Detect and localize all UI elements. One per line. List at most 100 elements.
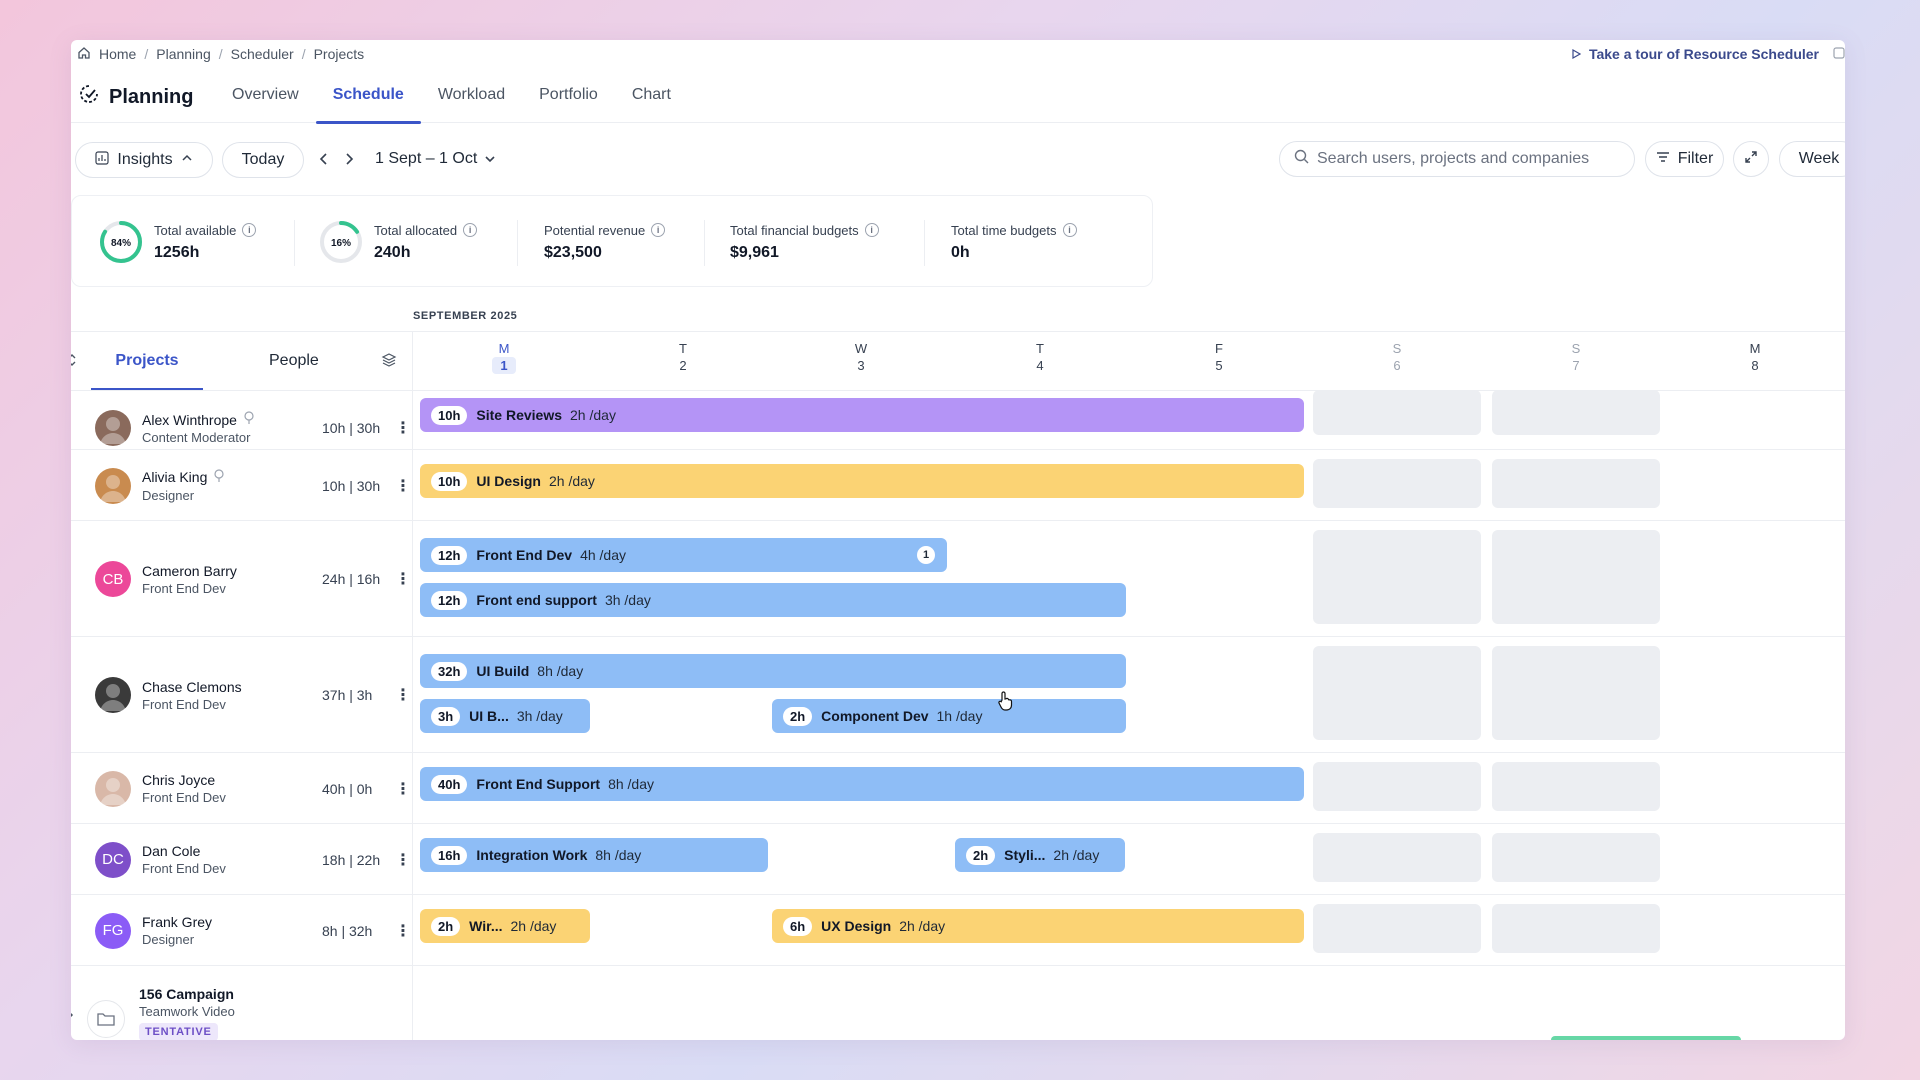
tab-overview[interactable]: Overview: [215, 80, 316, 123]
allocation-bar[interactable]: 32h UI Build 8h /day: [420, 654, 1126, 688]
person-row: Alex Winthrope Content Moderator 10h | 3…: [71, 390, 1845, 450]
info-icon[interactable]: i: [1062, 223, 1077, 237]
day-number: 8: [1751, 358, 1759, 373]
allocation-bar[interactable]: 40h Front End Support 8h /day: [420, 767, 1304, 801]
info-icon[interactable]: i: [242, 223, 257, 237]
weekend-cell: [1313, 833, 1481, 882]
allocation-hours: 6h: [783, 916, 813, 936]
person-name: Alivia King: [142, 469, 208, 485]
person-info[interactable]: Alivia King Designer: [95, 467, 225, 504]
date-range-dropdown[interactable]: 1 Sept – 1 Oct: [375, 150, 497, 168]
collapse-toggle[interactable]: [71, 352, 77, 373]
allocation-name: UI Design: [476, 473, 541, 489]
tab-projects[interactable]: Projects: [91, 332, 203, 390]
next-button[interactable]: [342, 150, 356, 168]
weekend-cell: [1313, 459, 1481, 508]
more-options-icon[interactable]: ⋮: [395, 850, 411, 870]
allocation-bar[interactable]: 12h Front end support 3h /day: [420, 583, 1126, 617]
search-input[interactable]: Search users, projects and companies: [1279, 141, 1635, 177]
breadcrumb-planning[interactable]: Planning: [156, 46, 211, 62]
info-icon[interactable]: i: [651, 223, 666, 237]
avatar: DC: [95, 841, 131, 878]
filter-button[interactable]: Filter: [1645, 141, 1724, 177]
info-icon[interactable]: i: [463, 223, 478, 237]
more-options-icon[interactable]: ⋮: [395, 476, 411, 496]
tour-link[interactable]: Take a tour of Resource Scheduler: [1571, 42, 1845, 66]
title-bar: Planning Overview Schedule Workload Port…: [71, 80, 1845, 124]
allocation-bar[interactable]: 16h Integration Work 8h /day: [420, 838, 768, 872]
allocation-rate: 1h /day: [936, 708, 983, 724]
day-number: 6: [1393, 358, 1401, 373]
allocation-name: Integration Work: [476, 847, 588, 863]
progress-ring: 84%: [100, 221, 142, 263]
chevron-left-icon: [319, 153, 327, 165]
tab-workload[interactable]: Workload: [421, 80, 522, 123]
expand-button[interactable]: [1733, 141, 1769, 177]
allocation-bar[interactable]: 10h Site Reviews 2h /day: [420, 398, 1304, 432]
planning-icon: [79, 84, 99, 110]
allocation-hours: 2h: [783, 706, 813, 726]
today-button[interactable]: Today: [222, 142, 304, 178]
person-info[interactable]: DC Dan Cole Front End Dev: [95, 841, 226, 878]
hours-summary: 18h | 22h: [322, 851, 381, 868]
person-role: Designer: [142, 487, 195, 503]
previous-button[interactable]: [317, 150, 331, 168]
more-options-icon[interactable]: ⋮: [395, 418, 411, 438]
allocation-name: UX Design: [821, 918, 892, 934]
allocation-rate: 2h /day: [510, 918, 557, 934]
day-header: S 7: [1556, 340, 1596, 374]
hours-summary: 24h | 16h: [322, 571, 381, 587]
weekend-cell: [1492, 530, 1660, 624]
more-options-icon[interactable]: ⋮: [395, 685, 411, 705]
breadcrumb-home[interactable]: Home: [99, 46, 136, 62]
person-info[interactable]: Chris Joyce Front End Dev: [95, 770, 226, 807]
allocation-bar[interactable]: 2h Component Dev 1h /day: [772, 699, 1126, 733]
allocation-name: Front End Support: [476, 776, 601, 792]
insights-button[interactable]: Insights: [75, 142, 213, 178]
more-options-icon[interactable]: ⋮: [395, 569, 411, 589]
allocation-bar[interactable]: 2h Wir... 2h /day: [420, 909, 590, 943]
tab-people[interactable]: People: [269, 332, 319, 390]
weekend-cell: [1313, 904, 1481, 953]
allocation-bar[interactable]: 6h UX Design 2h /day: [772, 909, 1304, 943]
breadcrumb-projects[interactable]: Projects: [314, 46, 365, 62]
filter-label: Filter: [1677, 150, 1714, 167]
allocation-bar[interactable]: 3h UI B... 3h /day: [420, 699, 590, 733]
layers-icon[interactable]: [381, 352, 397, 373]
day-letter: F: [1215, 341, 1223, 356]
play-icon: [1571, 46, 1582, 62]
stat-value: $9,961: [730, 243, 779, 261]
person-info[interactable]: CB Cameron Barry Front End Dev: [95, 561, 237, 597]
breadcrumb-scheduler[interactable]: Scheduler: [231, 46, 294, 62]
chevron-right-icon[interactable]: [71, 1008, 75, 1027]
hours-summary: 37h | 3h: [322, 687, 373, 703]
view-selector[interactable]: Week: [1779, 141, 1845, 177]
more-options-icon[interactable]: ⋮: [395, 921, 411, 941]
more-options-icon[interactable]: ⋮: [395, 779, 411, 799]
weekend-cell: [1313, 762, 1481, 811]
day-header: T 2: [663, 340, 703, 374]
avatar: [95, 467, 131, 504]
allocation-name: UI Build: [476, 663, 530, 679]
app-window: Home / Planning / Scheduler / Projects T…: [71, 40, 1845, 1040]
tab-chart[interactable]: Chart: [615, 80, 688, 123]
allocation-bar[interactable]: 12h Front End Dev 4h /day 1: [420, 538, 947, 572]
allocation-hours: 10h: [431, 405, 468, 425]
allocation-bar[interactable]: 2h Styli... 2h /day: [955, 838, 1125, 872]
divider: [924, 220, 925, 266]
stat-label: Total available: [154, 222, 237, 238]
allocation-bar[interactable]: 10h UI Design 2h /day: [420, 464, 1304, 498]
allocation-rate: 3h /day: [516, 708, 563, 724]
tab-schedule[interactable]: Schedule: [315, 80, 421, 124]
person-info[interactable]: Chase Clemons Front End Dev: [95, 677, 242, 713]
home-icon[interactable]: [77, 46, 91, 63]
allocation-name: Front End Dev: [476, 547, 573, 563]
person-info[interactable]: Alex Winthrope Content Moderator: [95, 410, 255, 446]
info-icon[interactable]: i: [864, 223, 879, 237]
day-header: S 6: [1377, 340, 1417, 374]
chevrons-up-down-icon: [71, 354, 76, 366]
person-info[interactable]: FG Frank Grey Designer: [95, 912, 212, 949]
scroll-indicator[interactable]: [1551, 1036, 1741, 1040]
tab-portfolio[interactable]: Portfolio: [522, 80, 615, 123]
project-name[interactable]: 156 Campaign: [139, 986, 235, 1002]
